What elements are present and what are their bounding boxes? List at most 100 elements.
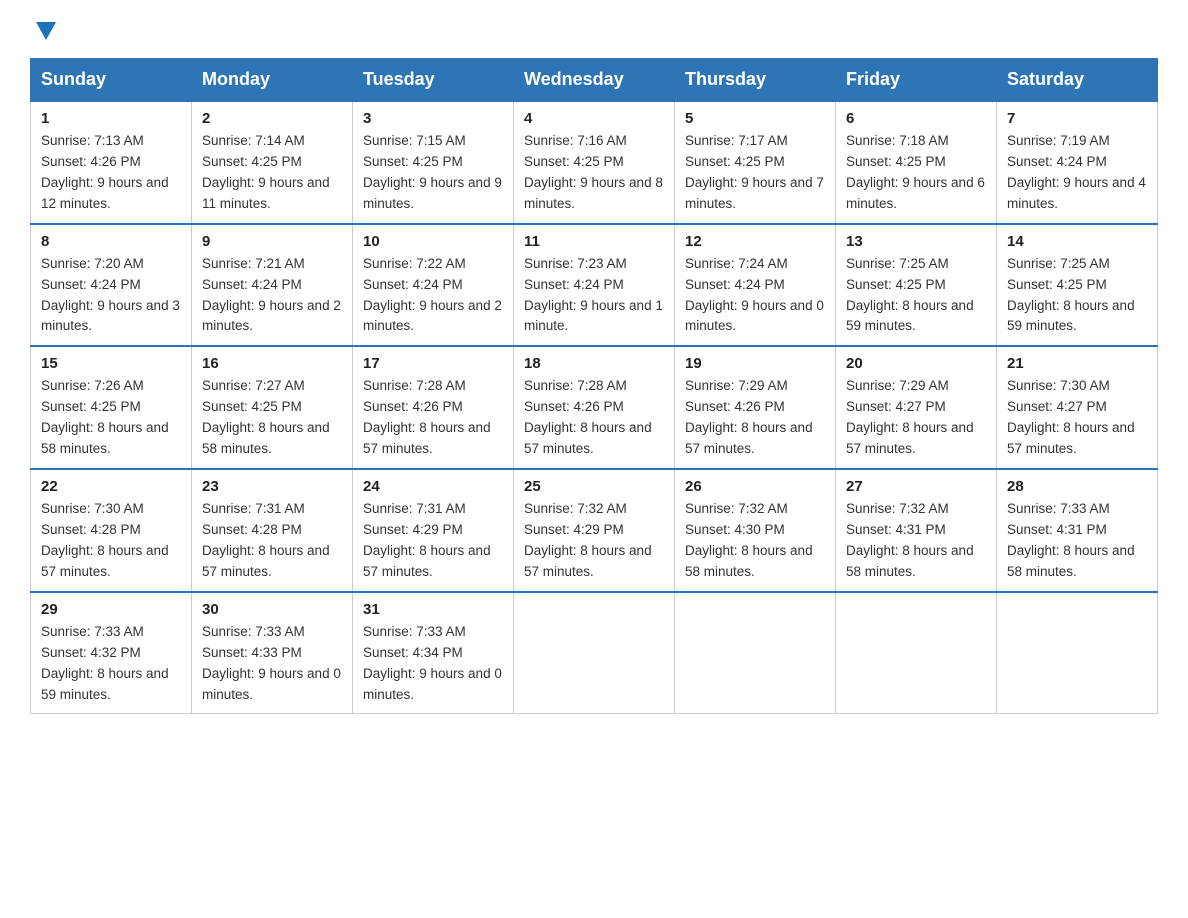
page-header [30,20,1158,38]
calendar-cell: 6 Sunrise: 7:18 AM Sunset: 4:25 PM Dayli… [836,101,997,224]
sunset-label: Sunset: 4:25 PM [524,154,624,169]
day-info: Sunrise: 7:27 AM Sunset: 4:25 PM Dayligh… [202,376,342,460]
sunrise-label: Sunrise: 7:19 AM [1007,133,1110,148]
calendar-cell: 30 Sunrise: 7:33 AM Sunset: 4:33 PM Dayl… [192,592,353,714]
day-info: Sunrise: 7:24 AM Sunset: 4:24 PM Dayligh… [685,254,825,338]
daylight-label: Daylight: 9 hours and 0 minutes. [685,298,824,334]
calendar-cell [836,592,997,714]
day-info: Sunrise: 7:32 AM Sunset: 4:31 PM Dayligh… [846,499,986,583]
sunset-label: Sunset: 4:25 PM [202,154,302,169]
sunset-label: Sunset: 4:30 PM [685,522,785,537]
daylight-label: Daylight: 8 hours and 57 minutes. [685,420,813,456]
day-info: Sunrise: 7:17 AM Sunset: 4:25 PM Dayligh… [685,131,825,215]
sunset-label: Sunset: 4:27 PM [846,399,946,414]
daylight-label: Daylight: 9 hours and 0 minutes. [363,666,502,702]
day-info: Sunrise: 7:29 AM Sunset: 4:26 PM Dayligh… [685,376,825,460]
sunrise-label: Sunrise: 7:20 AM [41,256,144,271]
day-number: 4 [524,110,664,127]
sunset-label: Sunset: 4:26 PM [685,399,785,414]
sunrise-label: Sunrise: 7:32 AM [846,501,949,516]
calendar-cell: 23 Sunrise: 7:31 AM Sunset: 4:28 PM Dayl… [192,469,353,592]
sunrise-label: Sunrise: 7:30 AM [1007,378,1110,393]
sunset-label: Sunset: 4:31 PM [1007,522,1107,537]
day-number: 26 [685,478,825,495]
sunrise-label: Sunrise: 7:33 AM [202,624,305,639]
daylight-label: Daylight: 9 hours and 12 minutes. [41,175,169,211]
day-number: 12 [685,233,825,250]
calendar-header-row: SundayMondayTuesdayWednesdayThursdayFrid… [31,59,1158,102]
day-info: Sunrise: 7:32 AM Sunset: 4:30 PM Dayligh… [685,499,825,583]
day-info: Sunrise: 7:30 AM Sunset: 4:28 PM Dayligh… [41,499,181,583]
sunrise-label: Sunrise: 7:22 AM [363,256,466,271]
day-number: 8 [41,233,181,250]
sunrise-label: Sunrise: 7:18 AM [846,133,949,148]
calendar-header-monday: Monday [192,59,353,102]
sunrise-label: Sunrise: 7:27 AM [202,378,305,393]
calendar-cell: 26 Sunrise: 7:32 AM Sunset: 4:30 PM Dayl… [675,469,836,592]
calendar-header-friday: Friday [836,59,997,102]
calendar-cell: 9 Sunrise: 7:21 AM Sunset: 4:24 PM Dayli… [192,224,353,347]
sunset-label: Sunset: 4:29 PM [363,522,463,537]
daylight-label: Daylight: 9 hours and 7 minutes. [685,175,824,211]
sunset-label: Sunset: 4:26 PM [363,399,463,414]
sunset-label: Sunset: 4:24 PM [41,277,141,292]
daylight-label: Daylight: 8 hours and 57 minutes. [41,543,169,579]
day-info: Sunrise: 7:33 AM Sunset: 4:32 PM Dayligh… [41,622,181,706]
daylight-label: Daylight: 8 hours and 59 minutes. [1007,298,1135,334]
sunrise-label: Sunrise: 7:31 AM [363,501,466,516]
day-info: Sunrise: 7:32 AM Sunset: 4:29 PM Dayligh… [524,499,664,583]
day-number: 20 [846,355,986,372]
calendar-cell: 2 Sunrise: 7:14 AM Sunset: 4:25 PM Dayli… [192,101,353,224]
day-info: Sunrise: 7:21 AM Sunset: 4:24 PM Dayligh… [202,254,342,338]
sunrise-label: Sunrise: 7:33 AM [363,624,466,639]
calendar-cell: 16 Sunrise: 7:27 AM Sunset: 4:25 PM Dayl… [192,346,353,469]
day-number: 29 [41,601,181,618]
day-info: Sunrise: 7:22 AM Sunset: 4:24 PM Dayligh… [363,254,503,338]
daylight-label: Daylight: 9 hours and 1 minute. [524,298,663,334]
daylight-label: Daylight: 8 hours and 58 minutes. [846,543,974,579]
sunrise-label: Sunrise: 7:28 AM [363,378,466,393]
daylight-label: Daylight: 8 hours and 58 minutes. [41,420,169,456]
calendar-cell: 31 Sunrise: 7:33 AM Sunset: 4:34 PM Dayl… [353,592,514,714]
sunset-label: Sunset: 4:25 PM [202,399,302,414]
daylight-label: Daylight: 8 hours and 57 minutes. [363,420,491,456]
daylight-label: Daylight: 9 hours and 3 minutes. [41,298,180,334]
calendar-cell: 19 Sunrise: 7:29 AM Sunset: 4:26 PM Dayl… [675,346,836,469]
sunset-label: Sunset: 4:31 PM [846,522,946,537]
sunrise-label: Sunrise: 7:14 AM [202,133,305,148]
day-number: 31 [363,601,503,618]
day-number: 15 [41,355,181,372]
calendar-header-tuesday: Tuesday [353,59,514,102]
sunrise-label: Sunrise: 7:29 AM [685,378,788,393]
calendar-header-saturday: Saturday [997,59,1158,102]
day-info: Sunrise: 7:28 AM Sunset: 4:26 PM Dayligh… [524,376,664,460]
day-number: 14 [1007,233,1147,250]
day-info: Sunrise: 7:16 AM Sunset: 4:25 PM Dayligh… [524,131,664,215]
sunset-label: Sunset: 4:32 PM [41,645,141,660]
day-number: 28 [1007,478,1147,495]
sunrise-label: Sunrise: 7:33 AM [1007,501,1110,516]
day-number: 6 [846,110,986,127]
sunrise-label: Sunrise: 7:30 AM [41,501,144,516]
sunrise-label: Sunrise: 7:24 AM [685,256,788,271]
calendar-cell [997,592,1158,714]
day-number: 7 [1007,110,1147,127]
daylight-label: Daylight: 9 hours and 2 minutes. [363,298,502,334]
daylight-label: Daylight: 9 hours and 8 minutes. [524,175,663,211]
sunset-label: Sunset: 4:27 PM [1007,399,1107,414]
sunset-label: Sunset: 4:24 PM [524,277,624,292]
calendar-cell: 27 Sunrise: 7:32 AM Sunset: 4:31 PM Dayl… [836,469,997,592]
day-number: 23 [202,478,342,495]
day-info: Sunrise: 7:33 AM Sunset: 4:33 PM Dayligh… [202,622,342,706]
calendar-cell: 20 Sunrise: 7:29 AM Sunset: 4:27 PM Dayl… [836,346,997,469]
day-info: Sunrise: 7:25 AM Sunset: 4:25 PM Dayligh… [1007,254,1147,338]
calendar-cell: 13 Sunrise: 7:25 AM Sunset: 4:25 PM Dayl… [836,224,997,347]
day-number: 30 [202,601,342,618]
daylight-label: Daylight: 9 hours and 0 minutes. [202,666,341,702]
daylight-label: Daylight: 8 hours and 57 minutes. [1007,420,1135,456]
sunrise-label: Sunrise: 7:25 AM [1007,256,1110,271]
sunrise-label: Sunrise: 7:31 AM [202,501,305,516]
sunset-label: Sunset: 4:26 PM [524,399,624,414]
calendar-cell: 15 Sunrise: 7:26 AM Sunset: 4:25 PM Dayl… [31,346,192,469]
calendar-cell: 11 Sunrise: 7:23 AM Sunset: 4:24 PM Dayl… [514,224,675,347]
